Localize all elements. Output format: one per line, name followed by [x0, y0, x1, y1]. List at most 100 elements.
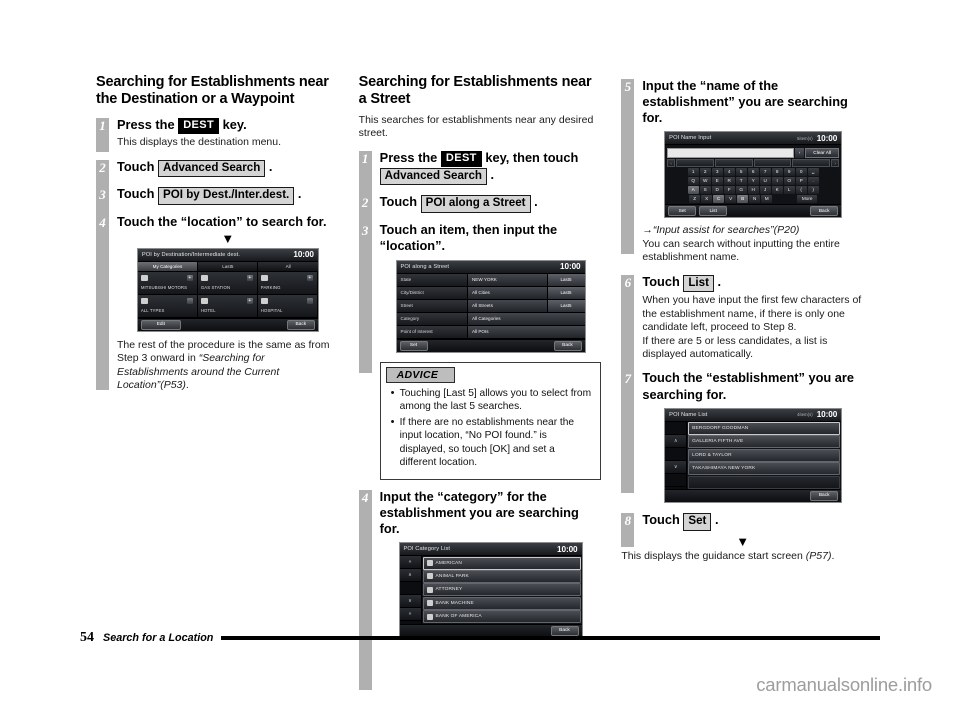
- back-button[interactable]: Back: [286, 319, 315, 330]
- prediction-prev-icon[interactable]: ‹: [667, 159, 676, 168]
- tab-last5[interactable]: Last5: [198, 261, 259, 271]
- prediction-slot[interactable]: [676, 159, 714, 168]
- plus-icon[interactable]: [306, 297, 313, 304]
- advanced-search-button[interactable]: Advanced Search: [158, 159, 266, 178]
- key-7[interactable]: 7: [759, 168, 771, 177]
- key-6[interactable]: 6: [747, 168, 759, 177]
- plus-icon[interactable]: +: [306, 274, 313, 281]
- key-c[interactable]: C: [713, 195, 725, 204]
- key-3[interactable]: 3: [711, 168, 723, 177]
- scroll-up-icon[interactable]: ∧: [665, 434, 687, 448]
- poi-by-dest-button[interactable]: POI by Dest./Inter.dest.: [158, 187, 295, 205]
- key-paren-open[interactable]: (: [795, 186, 807, 195]
- key-4[interactable]: 4: [723, 168, 735, 177]
- key-u[interactable]: U: [759, 177, 771, 186]
- key-q[interactable]: Q: [687, 177, 699, 186]
- back-button[interactable]: Back: [810, 206, 839, 217]
- key-h[interactable]: H: [747, 186, 759, 195]
- key-v[interactable]: V: [725, 195, 737, 204]
- key-paren-close[interactable]: ): [807, 186, 819, 195]
- backspace-icon[interactable]: ‹: [795, 147, 805, 158]
- set-button[interactable]: Set: [399, 340, 428, 351]
- scroll-down-icon[interactable]: ∨: [399, 595, 421, 609]
- plus-icon[interactable]: +: [186, 274, 193, 281]
- key-k[interactable]: K: [771, 186, 783, 195]
- form-row-poi[interactable]: Point of Interest All POIs: [396, 325, 585, 339]
- key-period[interactable]: .: [807, 177, 819, 186]
- key-e[interactable]: E: [711, 177, 723, 186]
- key-8[interactable]: 8: [771, 168, 783, 177]
- key-b[interactable]: B: [737, 195, 749, 204]
- key-m[interactable]: M: [761, 195, 773, 204]
- list-item[interactable]: BANK OF AMERICA: [422, 610, 581, 624]
- key-5[interactable]: 5: [735, 168, 747, 177]
- form-row-state[interactable]: State NEW YORK Last5: [396, 273, 585, 287]
- advanced-search-button[interactable]: Advanced Search: [379, 167, 487, 186]
- key-o[interactable]: O: [783, 177, 795, 186]
- back-button[interactable]: Back: [810, 490, 839, 501]
- scroll-up-icon[interactable]: ∧: [399, 569, 421, 583]
- category-cell[interactable]: + HOTEL: [197, 294, 258, 318]
- key-0[interactable]: 0: [795, 168, 807, 177]
- form-row-category[interactable]: Category All Categories: [396, 312, 585, 326]
- key-9[interactable]: 9: [783, 168, 795, 177]
- list-item[interactable]: ANIMAL PARK: [422, 569, 581, 583]
- form-row-city[interactable]: City/District All Cities Last5: [396, 286, 585, 300]
- last5-button[interactable]: Last5: [546, 273, 585, 286]
- list-button[interactable]: List: [699, 206, 728, 217]
- category-cell[interactable]: + PARKING: [257, 271, 318, 295]
- key-n[interactable]: N: [749, 195, 761, 204]
- key-t[interactable]: T: [735, 177, 747, 186]
- list-button[interactable]: List: [683, 274, 714, 293]
- form-row-street[interactable]: Street All Streets Last5: [396, 299, 585, 313]
- scroll-top-icon[interactable]: «: [399, 556, 421, 570]
- category-cell[interactable]: + GAS STATION: [197, 271, 258, 295]
- dest-key-chip[interactable]: DEST: [440, 150, 482, 167]
- set-button[interactable]: Set: [683, 512, 712, 531]
- key-w[interactable]: W: [699, 177, 711, 186]
- poi-along-street-button[interactable]: POI along a Street: [420, 195, 531, 213]
- key-x[interactable]: X: [701, 195, 713, 204]
- prediction-next-icon[interactable]: ›: [831, 159, 840, 168]
- list-item[interactable]: BERGDORF GOODMAN: [688, 422, 841, 436]
- poi-name-input-field[interactable]: [667, 147, 795, 158]
- list-item[interactable]: ATTORNEY: [422, 583, 581, 597]
- list-item[interactable]: BANK MACHINE: [422, 596, 581, 610]
- key-l[interactable]: L: [783, 186, 795, 195]
- key-p[interactable]: P: [795, 177, 807, 186]
- list-item[interactable]: TAKASHIMAYA NEW YORK: [688, 462, 841, 476]
- edit-button[interactable]: Edit: [140, 319, 181, 330]
- tab-all[interactable]: All: [258, 261, 318, 271]
- key-2[interactable]: 2: [699, 168, 711, 177]
- key-y[interactable]: Y: [747, 177, 759, 186]
- last5-button[interactable]: Last5: [546, 286, 585, 299]
- scroll-down-icon[interactable]: ∨: [665, 460, 687, 474]
- more-button[interactable]: More: [797, 195, 818, 204]
- key-j[interactable]: J: [759, 186, 771, 195]
- set-button[interactable]: Set: [668, 206, 697, 217]
- tab-my-categories[interactable]: My Categories: [137, 261, 199, 271]
- key-space-icon[interactable]: ␣: [807, 168, 819, 177]
- key-d[interactable]: D: [711, 186, 723, 195]
- list-item[interactable]: AMERICAN: [422, 556, 581, 570]
- key-z[interactable]: Z: [689, 195, 701, 204]
- last5-button[interactable]: Last5: [546, 299, 585, 312]
- scroll-bottom-icon[interactable]: »: [399, 608, 421, 622]
- clear-all-button[interactable]: Clear All: [805, 147, 840, 158]
- category-cell[interactable]: HOSPITAL: [257, 294, 318, 318]
- plus-icon[interactable]: [186, 297, 193, 304]
- dest-key-chip[interactable]: DEST: [178, 118, 220, 135]
- prediction-slot[interactable]: [792, 159, 831, 168]
- key-f[interactable]: F: [723, 186, 735, 195]
- plus-icon[interactable]: +: [246, 274, 253, 281]
- prediction-slot[interactable]: [753, 159, 792, 168]
- category-cell[interactable]: ALL TYPES: [137, 294, 198, 318]
- key-1[interactable]: 1: [687, 168, 699, 177]
- key-s[interactable]: S: [699, 186, 711, 195]
- key-g[interactable]: G: [735, 186, 747, 195]
- key-r[interactable]: R: [723, 177, 735, 186]
- list-item[interactable]: LORD & TAYLOR: [688, 448, 841, 462]
- plus-icon[interactable]: +: [246, 297, 253, 304]
- list-item[interactable]: GALLERIA FIFTH AVE: [688, 435, 841, 449]
- key-i[interactable]: I: [771, 177, 783, 186]
